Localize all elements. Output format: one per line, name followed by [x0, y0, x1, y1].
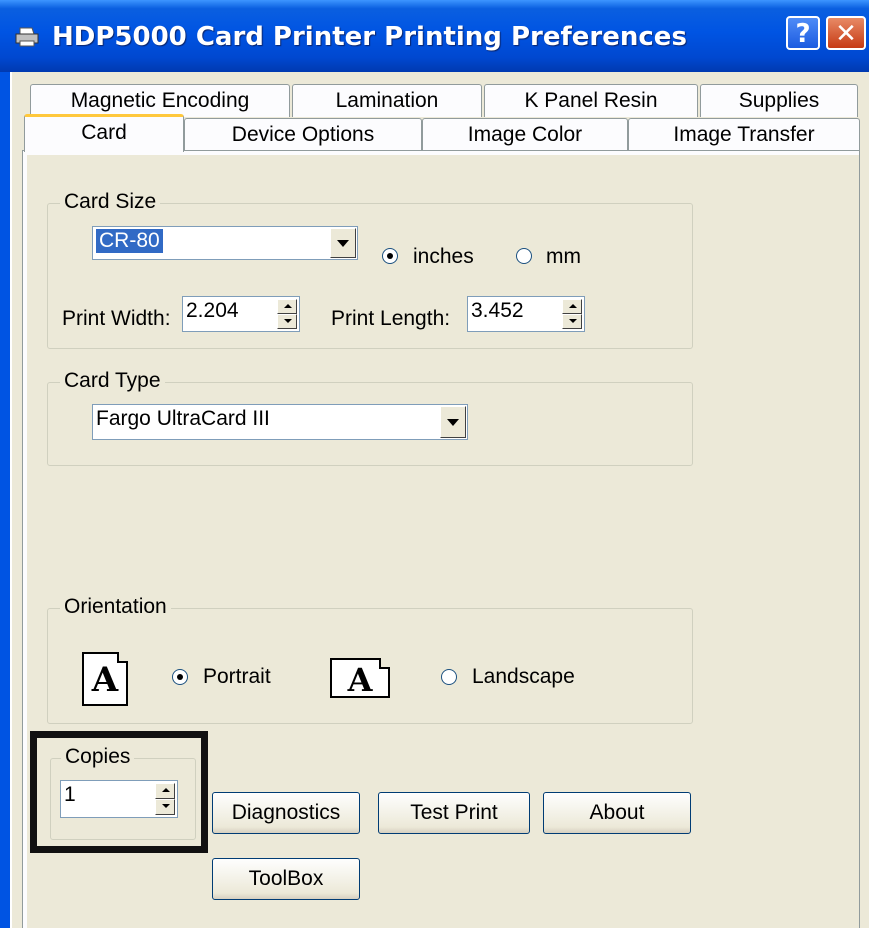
portrait-glyph: A [91, 660, 119, 700]
tab-image-transfer[interactable]: Image Transfer [628, 118, 860, 151]
tab-supplies[interactable]: Supplies [700, 84, 858, 117]
arrow-up-icon [569, 304, 577, 308]
radio-landscape[interactable] [441, 669, 457, 685]
tab-k-panel-resin[interactable]: K Panel Resin [484, 84, 698, 117]
chevron-down-icon [447, 419, 459, 426]
spin-up-button[interactable] [277, 299, 297, 314]
about-button[interactable]: About [543, 792, 691, 834]
print-width-spinner[interactable] [277, 299, 297, 329]
test-print-button[interactable]: Test Print [378, 792, 530, 834]
title-bar[interactable]: HDP5000 Card Printer Printing Preference… [0, 0, 869, 72]
tab-lamination[interactable]: Lamination [292, 84, 482, 117]
card-type-dropdown[interactable]: Fargo UltraCard III [92, 404, 468, 440]
toolbox-button[interactable]: ToolBox [212, 858, 360, 900]
close-button[interactable]: ✕ [826, 16, 866, 50]
printer-icon [15, 27, 39, 47]
tab-magnetic-encoding[interactable]: Magnetic Encoding [30, 84, 290, 117]
print-width-label: Print Width: [62, 307, 171, 330]
radio-selected-dot [387, 253, 393, 259]
orientation-label: Orientation [60, 595, 171, 619]
portrait-icon: A [82, 652, 128, 706]
print-width-field[interactable]: 2.204 [182, 296, 300, 332]
spin-down-button[interactable] [277, 314, 297, 329]
copies-highlight-box [30, 731, 208, 853]
print-length-value: 3.452 [471, 299, 524, 322]
arrow-up-icon [284, 304, 292, 308]
arrow-down-icon [284, 319, 292, 323]
landscape-icon: A [330, 658, 390, 699]
landscape-glyph: A [347, 661, 373, 699]
card-size-dropdown-button[interactable] [330, 228, 356, 258]
card-type-value: Fargo UltraCard III [96, 407, 270, 430]
tab-image-color[interactable]: Image Color [422, 118, 628, 151]
printing-preferences-window: HDP5000 Card Printer Printing Preference… [0, 0, 869, 928]
card-type-dropdown-button[interactable] [440, 406, 466, 438]
arrow-down-icon [569, 319, 577, 323]
portrait-label: Portrait [203, 665, 271, 688]
landscape-label: Landscape [472, 665, 575, 688]
print-length-field[interactable]: 3.452 [467, 296, 585, 332]
radio-portrait[interactable] [172, 669, 188, 685]
help-button[interactable]: ? [786, 16, 820, 50]
mm-label: mm [546, 245, 581, 268]
tab-device-options[interactable]: Device Options [184, 118, 422, 151]
radio-mm[interactable] [516, 248, 532, 264]
window-border-left [0, 72, 10, 928]
tab-card[interactable]: Card [24, 114, 184, 152]
spin-down-button[interactable] [562, 314, 582, 329]
card-size-value: CR-80 [96, 229, 163, 253]
radio-inches[interactable] [382, 248, 398, 264]
card-size-dropdown[interactable]: CR-80 [92, 226, 358, 260]
diagnostics-button[interactable]: Diagnostics [212, 792, 360, 834]
card-type-label: Card Type [60, 369, 165, 393]
card-size-label: Card Size [60, 190, 161, 214]
print-width-value: 2.204 [186, 299, 239, 322]
spin-up-button[interactable] [562, 299, 582, 314]
chevron-down-icon [337, 240, 349, 247]
window-title: HDP5000 Card Printer Printing Preference… [52, 22, 687, 52]
radio-selected-dot [177, 674, 183, 680]
inches-label: inches [413, 245, 474, 268]
print-length-label: Print Length: [331, 307, 451, 330]
window-border-highlight [10, 72, 12, 928]
print-length-spinner[interactable] [562, 299, 582, 329]
